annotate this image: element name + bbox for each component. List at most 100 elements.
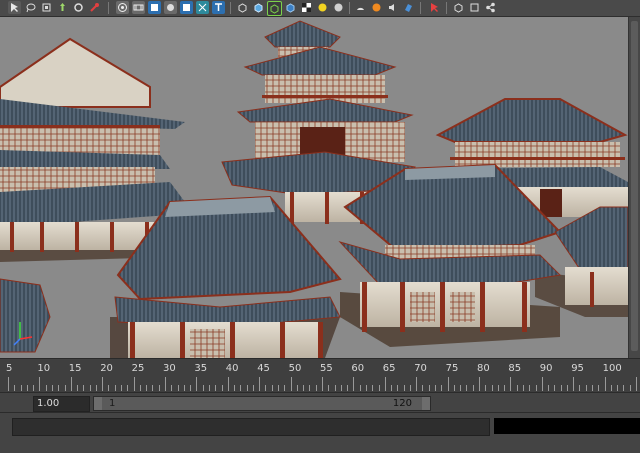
timeline-minor-tick [146,385,148,391]
timeline-minor-tick [108,385,110,391]
timeline-minor-tick [560,385,562,391]
timeline-minor-tick [617,385,619,391]
timeline-tick-label: 85 [508,363,522,374]
text-icon[interactable] [212,1,225,14]
range-end-label: 120 [392,398,412,409]
timeline-minor-tick [365,385,367,391]
timeline-minor-tick [497,385,499,391]
timeline-minor-tick [190,385,192,391]
object-icon[interactable] [452,1,465,14]
toolbar-separator [420,2,421,14]
timeline-major-tick [39,377,41,391]
timeline-minor-tick [328,385,330,391]
timeline-major-tick [133,377,135,391]
timeline-major-tick [259,377,261,391]
timeline-minor-tick [598,385,600,391]
timeline-minor-tick [51,385,53,391]
scrollbar-thumb[interactable] [631,21,638,351]
range-start-handle[interactable] [94,397,102,410]
timeline-minor-tick [585,385,587,391]
timeline-tick-label: 60 [351,363,365,374]
timeline-minor-tick [359,385,361,391]
current-time-field[interactable]: 1.00 [33,396,90,412]
timeline-minor-tick [629,385,631,391]
timeline-minor-tick [127,385,129,391]
3d-viewport[interactable] [0,17,628,358]
snap-icon[interactable] [428,1,441,14]
timeline-minor-tick [33,385,35,391]
xray-icon[interactable] [267,1,282,16]
timeline-tick-label: 35 [194,363,208,374]
timeline-major-tick [102,377,104,391]
box-icon[interactable] [236,1,249,14]
node-icon[interactable] [484,1,497,14]
timeline-minor-tick [403,385,405,391]
timeline-minor-tick [485,385,487,391]
timeline-tick-label: 30 [163,363,176,374]
sound-icon[interactable] [386,1,399,14]
command-input[interactable] [12,418,490,436]
wire-icon[interactable] [164,1,177,14]
timeline-minor-tick [529,385,531,391]
timeline-tick-label: 95 [571,363,584,374]
toolbar-separator [446,2,447,14]
timeline-minor-tick [372,385,374,391]
range-end-handle[interactable] [422,397,430,410]
timeline-minor-tick [516,385,518,391]
lasso-icon[interactable] [24,1,37,14]
ambient-icon[interactable] [354,1,367,14]
time-slider[interactable]: 5 10 15 20 25 30 35 40 45 50 55 60 65 70 75 80 85 90 95 100 [0,358,640,393]
bulb-icon[interactable] [316,1,329,14]
timeline-minor-tick [221,385,223,391]
timeline-minor-tick [303,385,305,391]
cube-icon[interactable] [252,1,265,14]
timeline-minor-tick [466,385,468,391]
timeline-minor-tick [265,385,267,391]
move-icon[interactable] [56,1,69,14]
timeline-minor-tick [441,385,443,391]
range-slider-bar: 1.00 1 120 [0,392,640,413]
hypershade-icon[interactable] [402,1,415,14]
rotate-icon[interactable] [72,1,85,14]
timeline-minor-tick [215,385,217,391]
timeline-minor-tick [278,385,280,391]
box-outline-icon[interactable] [468,1,481,14]
timeline-tick-label: 90 [539,363,553,374]
select-icon[interactable] [8,1,21,14]
grid-icon[interactable] [148,1,161,14]
camera-icon[interactable] [116,1,129,14]
scale-icon[interactable] [88,1,101,14]
timeline-minor-tick [548,385,550,391]
timeline-minor-tick [397,385,399,391]
timeline-minor-tick [610,385,612,391]
render-icon[interactable] [370,1,383,14]
range-slider[interactable]: 1 120 [93,396,431,411]
timeline-minor-tick [177,385,179,391]
timeline-minor-tick [240,385,242,391]
timeline-minor-tick [14,385,16,391]
film-icon[interactable] [132,1,145,14]
sphere-icon[interactable] [332,1,345,14]
timeline-minor-tick [435,385,437,391]
timeline-minor-tick [491,385,493,391]
viewport-scrollbar[interactable] [628,17,640,358]
timeline-minor-tick [252,385,254,391]
paint-icon[interactable] [40,1,53,14]
timeline-major-tick [384,377,386,391]
timeline-minor-tick [234,385,236,391]
timeline-minor-tick [58,385,60,391]
timeline-minor-tick [592,385,594,391]
timeline-minor-tick [208,385,210,391]
timeline-minor-tick [566,385,568,391]
shaded-icon[interactable] [284,1,297,14]
timeline-tick-label: 5 [6,363,13,374]
timeline-minor-tick [45,385,47,391]
timeline-tick-label: 70 [414,363,427,374]
timeline-minor-tick [246,385,248,391]
building-far-right [554,206,628,307]
smooth-icon[interactable] [180,1,193,14]
timeline-minor-tick [20,385,22,391]
texture-icon[interactable] [196,1,209,14]
isolate-icon[interactable] [300,1,313,14]
timeline-minor-tick [202,385,204,391]
